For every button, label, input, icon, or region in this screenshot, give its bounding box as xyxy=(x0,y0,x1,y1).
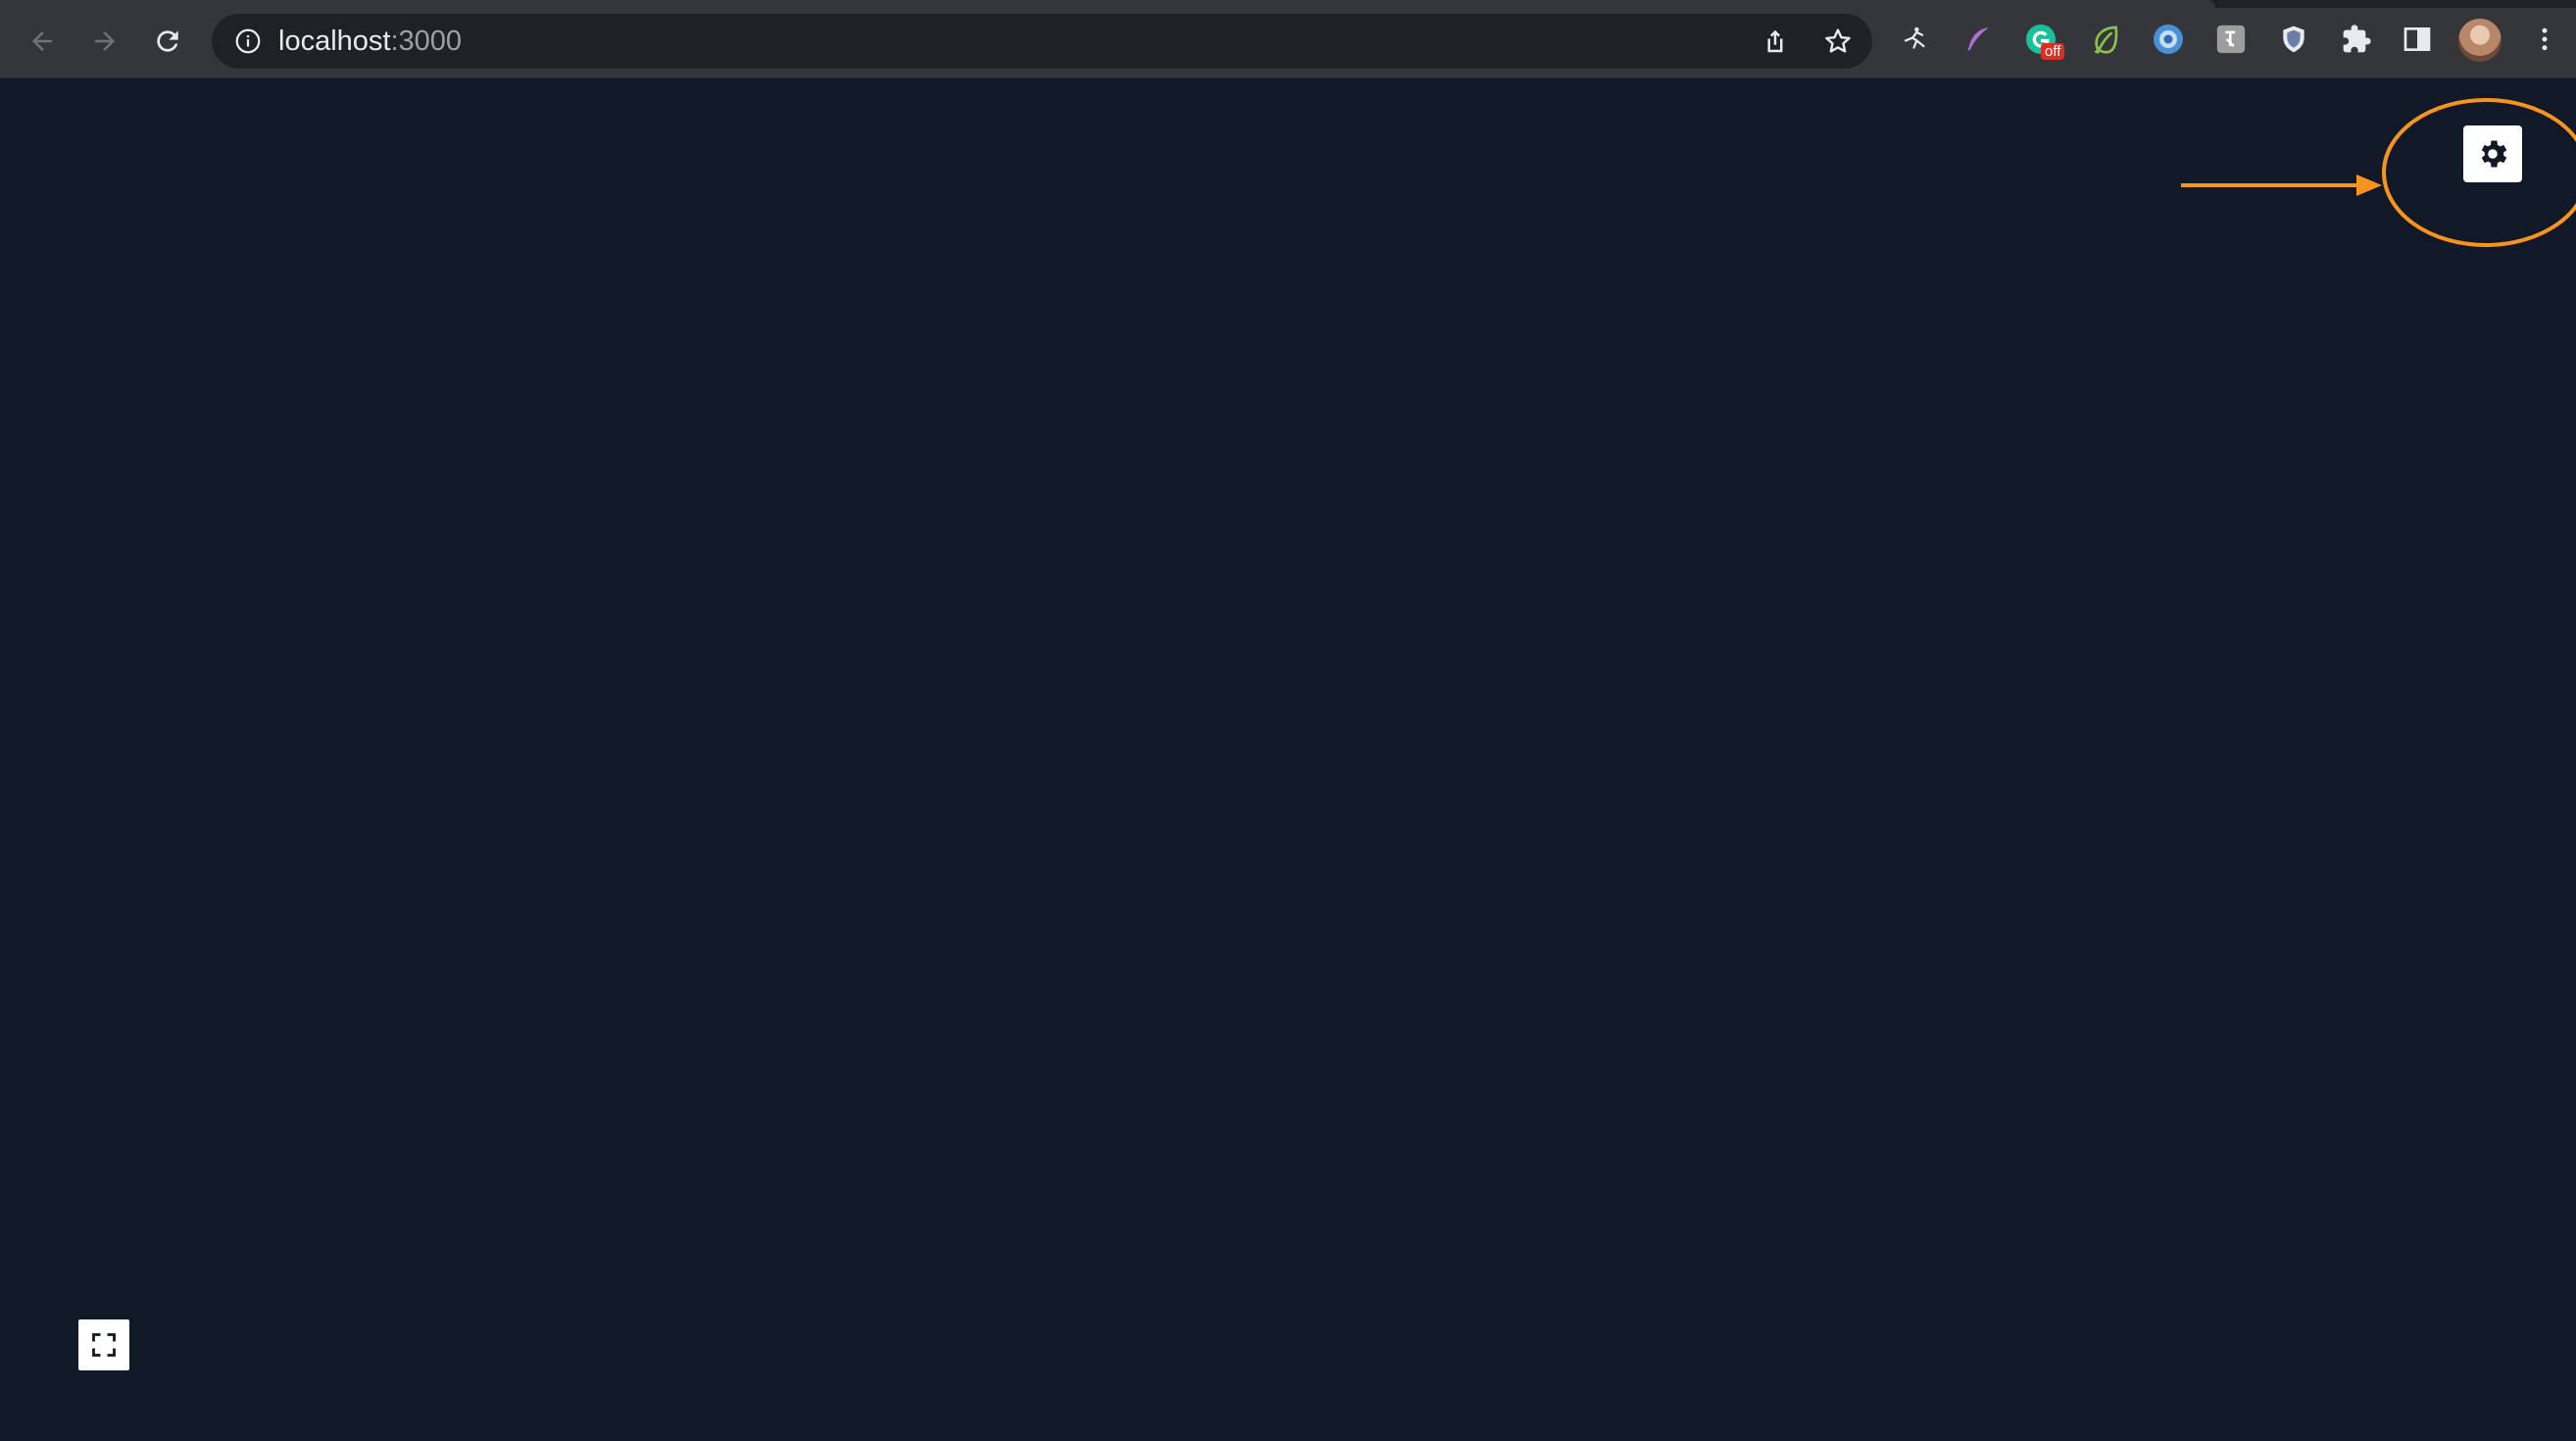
url-port: :3000 xyxy=(390,25,463,57)
page-canvas xyxy=(0,78,2576,1441)
info-icon[interactable] xyxy=(233,26,263,56)
arrow-right-icon xyxy=(95,31,115,51)
reload-icon xyxy=(157,30,178,52)
back-button[interactable] xyxy=(18,17,67,66)
grammarly-extension[interactable]: off xyxy=(2021,20,2065,60)
side-panel-button[interactable] xyxy=(2398,20,2437,59)
tab-strip xyxy=(0,0,2576,8)
arrow-left-icon xyxy=(32,31,52,51)
shield-extension[interactable] xyxy=(2274,20,2313,59)
forward-button[interactable] xyxy=(80,17,129,66)
share-icon xyxy=(1767,29,1783,53)
url-host: localhost xyxy=(278,25,391,57)
gear-icon xyxy=(2481,140,2507,168)
browser-menu-button[interactable] xyxy=(2525,20,2564,59)
puzzle-icon xyxy=(2343,25,2371,53)
dancer-extension[interactable] xyxy=(1896,20,1935,59)
translate-extension[interactable] xyxy=(2211,20,2251,59)
side-panel-icon xyxy=(2403,27,2431,51)
shield-icon xyxy=(2283,25,2304,53)
ring-icon xyxy=(2154,25,2183,54)
settings-button[interactable] xyxy=(2463,125,2522,182)
translate-icon xyxy=(2216,25,2246,54)
address-bar[interactable]: localhost:3000 xyxy=(212,14,1872,69)
expand-icon xyxy=(92,1333,116,1357)
more-vertical-icon xyxy=(2542,27,2548,51)
bookmark-button[interactable] xyxy=(1820,24,1856,59)
reload-button[interactable] xyxy=(143,17,192,66)
profile-avatar[interactable] xyxy=(2458,19,2502,62)
leaf-extension[interactable] xyxy=(2086,20,2125,59)
extensions-button[interactable] xyxy=(2337,20,2376,59)
active-tab-edge xyxy=(0,0,2215,8)
ring-extension[interactable] xyxy=(2149,20,2188,59)
feather-extension[interactable] xyxy=(1958,20,1998,59)
star-icon xyxy=(1825,28,1851,53)
extension-badge: off xyxy=(2041,43,2065,60)
fullscreen-button[interactable] xyxy=(78,1319,129,1370)
feather-icon xyxy=(1967,27,1989,51)
leaf-icon xyxy=(2094,25,2118,54)
browser-toolbar: localhost:3000 off xyxy=(0,0,2576,78)
share-button[interactable] xyxy=(1758,24,1793,59)
dancer-icon xyxy=(1904,26,1925,49)
url-text[interactable]: localhost:3000 xyxy=(278,25,462,57)
